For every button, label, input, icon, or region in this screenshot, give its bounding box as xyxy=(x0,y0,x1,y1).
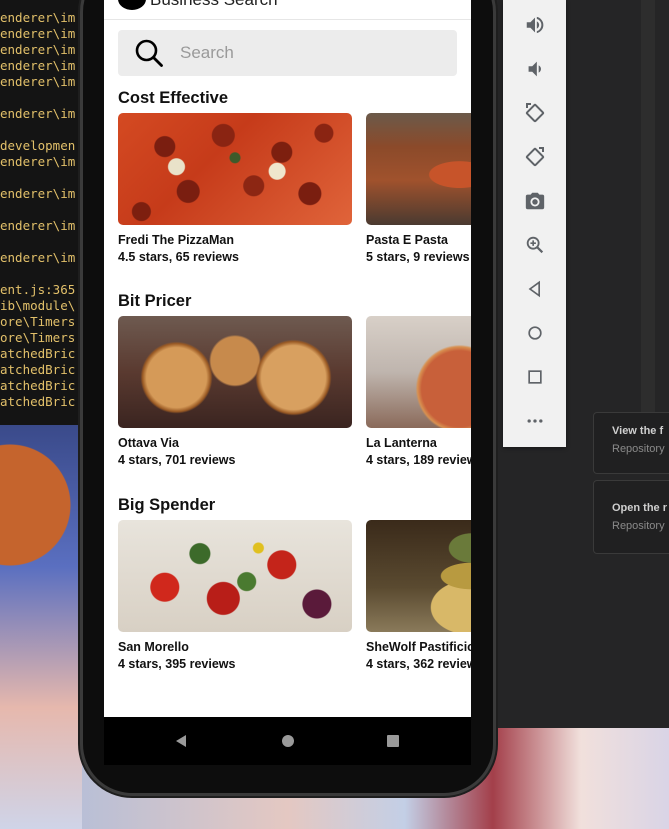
section-cost-effective: Cost Effective Fredi The PizzaMan 4.5 st… xyxy=(118,89,471,279)
ide-card-subtitle: Repository xyxy=(612,443,665,455)
more-button[interactable] xyxy=(503,399,566,443)
volume-up-icon xyxy=(526,16,543,34)
business-rating: 4 stars, 395 reviews xyxy=(118,657,236,671)
more-dots-icon xyxy=(527,419,542,423)
rotate-left-button[interactable] xyxy=(503,91,566,135)
business-photo-arancini xyxy=(118,316,352,428)
search-icon xyxy=(135,39,163,67)
editor-line: atchedBric xyxy=(0,378,76,393)
screenshot-button[interactable] xyxy=(503,179,566,223)
desktop-wallpaper xyxy=(0,425,82,829)
section-title: Bit Pricer xyxy=(118,292,192,310)
business-card[interactable]: La Lanterna 4 stars, 189 reviews xyxy=(366,316,471,467)
home-button[interactable] xyxy=(503,311,566,355)
business-name: Fredi The PizzaMan xyxy=(118,233,234,247)
business-name: Pasta E Pasta xyxy=(366,233,448,247)
business-card[interactable]: SheWolf Pastificio 4 stars, 362 reviews xyxy=(366,520,471,671)
camera-icon xyxy=(525,192,544,210)
back-triangle-icon xyxy=(528,280,540,298)
business-rating: 4 stars, 701 reviews xyxy=(118,453,236,467)
android-nav-bar xyxy=(104,717,471,765)
volume-down-button[interactable] xyxy=(503,47,566,91)
section-bit-pricer: Bit Pricer Ottava Via 4 stars, 701 revie… xyxy=(118,292,471,482)
editor-line: developmen xyxy=(0,138,76,153)
editor-line: atchedBric xyxy=(0,362,76,377)
business-card[interactable]: San Morello 4 stars, 395 reviews xyxy=(118,520,352,671)
emulator-toolbar xyxy=(503,0,566,447)
business-photo-pizza xyxy=(118,113,352,225)
home-circle-icon xyxy=(527,326,542,340)
ide-scrollbar[interactable] xyxy=(641,0,655,425)
nav-overview-icon[interactable] xyxy=(386,734,400,748)
section-title: Cost Effective xyxy=(118,89,229,107)
volume-down-icon xyxy=(528,61,541,77)
business-name: La Lanterna xyxy=(366,436,437,450)
app-logo-icon xyxy=(118,0,146,10)
volume-up-button[interactable] xyxy=(503,3,566,47)
business-card[interactable]: Pasta E Pasta 5 stars, 9 reviews xyxy=(366,113,471,264)
business-name: SheWolf Pastificio xyxy=(366,640,471,654)
business-photo-pizza-slice xyxy=(366,316,471,428)
editor-line: ore\Timers xyxy=(0,330,76,345)
back-button[interactable] xyxy=(503,267,566,311)
editor-line: atchedBric xyxy=(0,346,76,361)
editor-line: ent.js:365 xyxy=(0,282,76,297)
rotate-right-button[interactable] xyxy=(503,135,566,179)
app-title: Business Search xyxy=(150,0,278,10)
business-photo-lasagna xyxy=(366,113,471,225)
app-screen: Business Search Cost Effective Fredi The… xyxy=(104,0,471,717)
ide-card[interactable] xyxy=(593,480,669,554)
editor-line: ib\module\ xyxy=(0,298,76,313)
section-title: Big Spender xyxy=(118,496,216,514)
nav-back-icon[interactable] xyxy=(174,734,188,748)
overview-square-icon xyxy=(527,370,542,384)
business-name: Ottava Via xyxy=(118,436,179,450)
editor-line: atchedBric xyxy=(0,394,76,409)
nav-home-icon[interactable] xyxy=(281,734,295,748)
ide-card-title: View the f xyxy=(612,425,664,437)
business-rating: 4.5 stars, 65 reviews xyxy=(118,250,239,264)
business-rating: 5 stars, 9 reviews xyxy=(366,250,470,264)
search-bar[interactable] xyxy=(118,30,457,76)
app-header: Business Search xyxy=(104,0,471,20)
business-rating: 4 stars, 362 reviews xyxy=(366,657,471,671)
business-card[interactable]: Ottava Via 4 stars, 701 reviews xyxy=(118,316,352,467)
section-big-spender: Big Spender San Morello 4 stars, 395 rev… xyxy=(118,496,471,686)
ide-card-title: Open the r xyxy=(612,502,668,514)
editor-line: ore\Timers xyxy=(0,314,76,329)
business-name: San Morello xyxy=(118,640,189,654)
business-photo-pasta xyxy=(366,520,471,632)
business-photo-salad xyxy=(118,520,352,632)
business-card[interactable]: Fredi The PizzaMan 4.5 stars, 65 reviews xyxy=(118,113,352,264)
search-input[interactable] xyxy=(180,43,430,63)
zoom-button[interactable] xyxy=(503,223,566,267)
zoom-in-icon xyxy=(526,236,543,254)
rotate-right-icon xyxy=(525,147,544,167)
business-rating: 4 stars, 189 reviews xyxy=(366,453,471,467)
rotate-left-icon xyxy=(525,103,544,123)
overview-button[interactable] xyxy=(503,355,566,399)
ide-card-subtitle: Repository xyxy=(612,520,665,532)
